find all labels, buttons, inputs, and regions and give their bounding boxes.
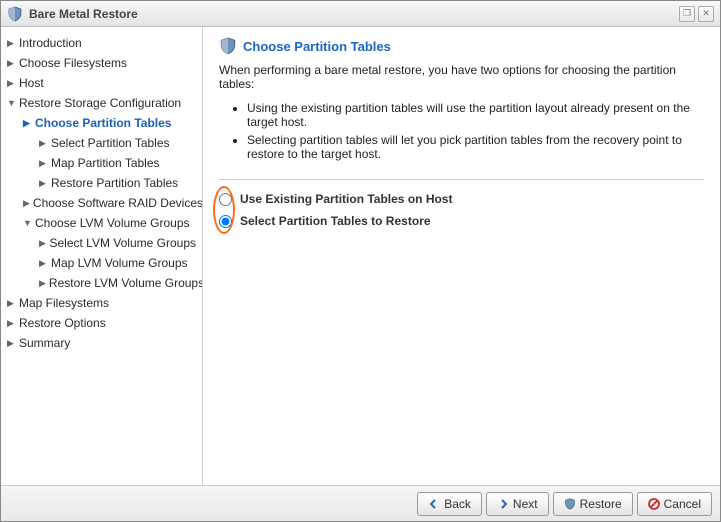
- sidebar-item-label: Choose LVM Volume Groups: [35, 215, 190, 231]
- dialog-window: Bare Metal Restore ❐ ✕ ▶Introduction ▶Ch…: [0, 0, 721, 522]
- chevron-right-icon: ▶: [39, 155, 48, 171]
- content-header: Choose Partition Tables: [219, 37, 704, 55]
- dialog-footer: Back Next Restore Cancel: [1, 485, 720, 521]
- arrow-left-icon: [428, 498, 440, 510]
- option-label: Use Existing Partition Tables on Host: [240, 192, 452, 206]
- chevron-right-icon: ▶: [7, 295, 16, 311]
- restore-button[interactable]: Restore: [553, 492, 633, 516]
- chevron-right-icon: ▶: [7, 35, 16, 51]
- sidebar-item-label: Map LVM Volume Groups: [51, 255, 188, 271]
- sidebar-item-select-lvm-groups[interactable]: ▶Select LVM Volume Groups: [1, 233, 202, 253]
- chevron-right-icon: ▶: [23, 195, 30, 211]
- sidebar-item-label: Restore Options: [19, 315, 106, 331]
- bullet-item: Selecting partition tables will let you …: [247, 133, 704, 161]
- sidebar-item-map-partition-tables[interactable]: ▶Map Partition Tables: [1, 153, 202, 173]
- chevron-right-icon: ▶: [23, 115, 32, 131]
- sidebar-item-select-partition-tables[interactable]: ▶Select Partition Tables: [1, 133, 202, 153]
- sidebar-item-choose-filesystems[interactable]: ▶Choose Filesystems: [1, 53, 202, 73]
- sidebar-item-map-lvm-groups[interactable]: ▶Map LVM Volume Groups: [1, 253, 202, 273]
- option-select-to-restore[interactable]: Select Partition Tables to Restore: [219, 214, 704, 228]
- button-label: Back: [444, 497, 471, 511]
- sidebar-item-label: Introduction: [19, 35, 82, 51]
- chevron-right-icon: ▶: [39, 235, 46, 251]
- shield-icon: [564, 498, 576, 510]
- chevron-right-icon: ▶: [7, 335, 16, 351]
- back-button[interactable]: Back: [417, 492, 482, 516]
- title-bar: Bare Metal Restore ❐ ✕: [1, 1, 720, 27]
- sidebar-item-choose-raid-devices[interactable]: ▶Choose Software RAID Devices: [1, 193, 202, 213]
- sidebar-item-host[interactable]: ▶Host: [1, 73, 202, 93]
- next-button[interactable]: Next: [486, 492, 549, 516]
- sidebar-item-label: Map Filesystems: [19, 295, 109, 311]
- sidebar-item-restore-options[interactable]: ▶Restore Options: [1, 313, 202, 333]
- sidebar-item-label: Restore Partition Tables: [51, 175, 178, 191]
- chevron-right-icon: ▶: [39, 275, 46, 291]
- sidebar-item-label: Host: [19, 75, 44, 91]
- sidebar-item-choose-partition-tables[interactable]: ▶Choose Partition Tables: [1, 113, 202, 133]
- sidebar-item-label: Restore Storage Configuration: [19, 95, 181, 111]
- sidebar-item-restore-storage-config[interactable]: ▼Restore Storage Configuration: [1, 93, 202, 113]
- sidebar-item-label: Select LVM Volume Groups: [49, 235, 196, 251]
- sidebar-item-introduction[interactable]: ▶Introduction: [1, 33, 202, 53]
- sidebar-item-summary[interactable]: ▶Summary: [1, 333, 202, 353]
- radio-use-existing[interactable]: [219, 193, 232, 206]
- chevron-right-icon: ▶: [7, 315, 16, 331]
- button-label: Cancel: [664, 497, 701, 511]
- sidebar-item-label: Choose Software RAID Devices: [33, 195, 203, 211]
- description-text: When performing a bare metal restore, yo…: [219, 63, 704, 91]
- option-use-existing[interactable]: Use Existing Partition Tables on Host: [219, 192, 704, 206]
- sidebar-item-label: Restore LVM Volume Groups: [49, 275, 203, 291]
- button-label: Next: [513, 497, 538, 511]
- chevron-right-icon: ▶: [7, 75, 16, 91]
- sidebar-item-map-filesystems[interactable]: ▶Map Filesystems: [1, 293, 202, 313]
- option-label: Select Partition Tables to Restore: [240, 214, 431, 228]
- chevron-down-icon: ▼: [23, 215, 32, 231]
- cancel-icon: [648, 498, 660, 510]
- sidebar-item-choose-lvm-groups[interactable]: ▼Choose LVM Volume Groups: [1, 213, 202, 233]
- chevron-right-icon: ▶: [39, 255, 48, 271]
- radio-select-to-restore[interactable]: [219, 215, 232, 228]
- bullet-item: Using the existing partition tables will…: [247, 101, 704, 129]
- arrow-right-icon: [497, 498, 509, 510]
- chevron-right-icon: ▶: [7, 55, 16, 71]
- chevron-down-icon: ▼: [7, 95, 16, 111]
- sidebar-item-label: Choose Filesystems: [19, 55, 127, 71]
- sidebar-item-restore-partition-tables[interactable]: ▶Restore Partition Tables: [1, 173, 202, 193]
- sidebar-item-label: Choose Partition Tables: [35, 115, 171, 131]
- divider: [219, 179, 704, 180]
- chevron-right-icon: ▶: [39, 175, 48, 191]
- button-label: Restore: [580, 497, 622, 511]
- page-title: Choose Partition Tables: [243, 39, 391, 54]
- sidebar-item-label: Map Partition Tables: [51, 155, 160, 171]
- content-pane: Choose Partition Tables When performing …: [203, 27, 720, 485]
- sidebar-item-restore-lvm-groups[interactable]: ▶Restore LVM Volume Groups: [1, 273, 202, 293]
- chevron-right-icon: ▶: [39, 135, 48, 151]
- close-button[interactable]: ✕: [698, 6, 714, 22]
- sidebar-item-label: Summary: [19, 335, 70, 351]
- cancel-button[interactable]: Cancel: [637, 492, 712, 516]
- radio-group: Use Existing Partition Tables on Host Se…: [219, 192, 704, 236]
- maximize-button[interactable]: ❐: [679, 6, 695, 22]
- sidebar-item-label: Select Partition Tables: [51, 135, 170, 151]
- description-bullets: Using the existing partition tables will…: [247, 101, 704, 165]
- shield-icon: [219, 37, 237, 55]
- dialog-body: ▶Introduction ▶Choose Filesystems ▶Host …: [1, 27, 720, 485]
- wizard-sidebar: ▶Introduction ▶Choose Filesystems ▶Host …: [1, 27, 203, 485]
- window-title: Bare Metal Restore: [29, 7, 676, 21]
- shield-icon: [7, 6, 23, 22]
